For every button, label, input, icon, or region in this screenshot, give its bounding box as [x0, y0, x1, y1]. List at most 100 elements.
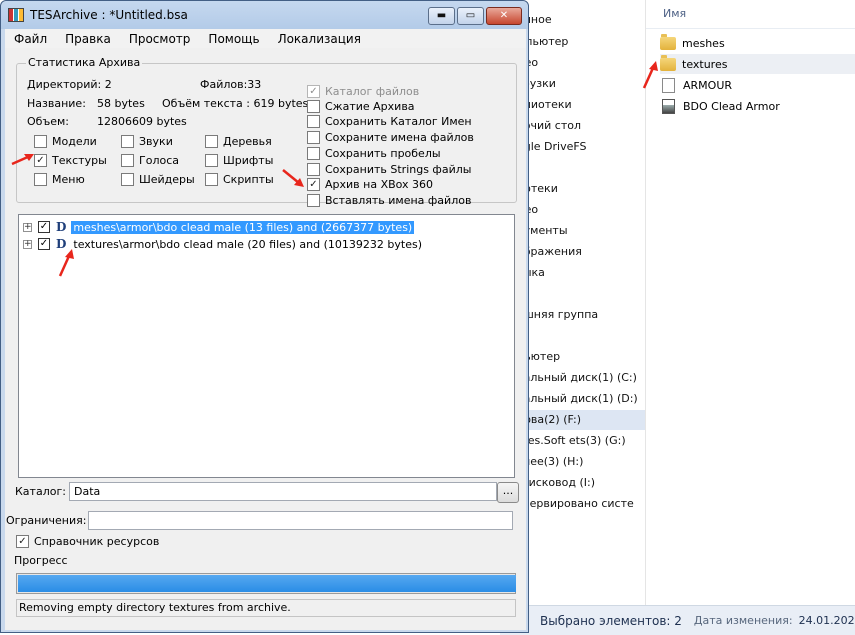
- folder-icon: [660, 54, 676, 71]
- menu-localization[interactable]: Локализация: [269, 32, 370, 46]
- text-size: Объём текста : 619 bytes: [162, 97, 309, 110]
- checkbox-models[interactable]: Модели: [34, 134, 97, 149]
- file-row-armour[interactable]: ARMOUR: [660, 75, 855, 95]
- checkbox-box: [307, 131, 320, 144]
- menu-bar: Файл Правка Просмотр Помощь Локализация: [5, 29, 526, 48]
- file-row-bdo-clead-armor[interactable]: BDO Clead Armor: [660, 96, 855, 116]
- checkbox-label: Шейдеры: [139, 173, 195, 186]
- checkbox-resource-reference[interactable]: ✓ Справочник ресурсов: [16, 534, 159, 549]
- modified-value: 24.01.2022 8:50: [798, 614, 855, 627]
- expand-icon[interactable]: +: [23, 222, 32, 232]
- tree-checkbox[interactable]: ✓: [38, 221, 50, 233]
- dialog-client-area: Статистика Архива Директорий: 2 Файлов:3…: [5, 48, 526, 630]
- checkbox-box: [121, 154, 134, 167]
- menu-edit[interactable]: Правка: [56, 32, 120, 46]
- checkbox-box: [121, 173, 134, 186]
- checkbox-label: Меню: [52, 173, 85, 186]
- tree-row-textures[interactable]: + ✓ D textures\armor\bdo clead male (20 …: [23, 236, 424, 252]
- menu-view[interactable]: Просмотр: [120, 32, 200, 46]
- archive-tree[interactable]: + ✓ D meshes\armor\bdo clead male (13 fi…: [18, 214, 515, 478]
- checkbox-box: [34, 135, 47, 148]
- size-value: 12806609 bytes: [97, 115, 187, 128]
- file-list-pane[interactable]: Имя meshes textures ARMOUR BDO Clead Arm…: [646, 0, 855, 605]
- checkbox-label: Сохранить пробелы: [325, 147, 441, 160]
- progress-fill: [18, 575, 516, 592]
- header-divider: [646, 28, 855, 29]
- app-icon[interactable]: [8, 8, 24, 22]
- tree-checkbox[interactable]: ✓: [38, 238, 50, 250]
- maximize-button[interactable]: ▭: [457, 7, 484, 25]
- name-label: Название:: [27, 97, 86, 110]
- checkbox-menus[interactable]: Меню: [34, 172, 85, 187]
- checkbox-box: [205, 135, 218, 148]
- menu-help[interactable]: Помощь: [199, 32, 268, 46]
- files-count: Файлов:33: [200, 78, 262, 91]
- checkbox-scripts[interactable]: Скрипты: [205, 172, 274, 187]
- catalog-input[interactable]: [69, 482, 497, 501]
- checkbox-label: Звуки: [139, 135, 173, 148]
- checkbox-save-file-names[interactable]: Сохраните имена файлов: [307, 130, 474, 145]
- group-title: Статистика Архива: [26, 56, 143, 69]
- checkbox-box: [307, 163, 320, 176]
- checkbox-box: ✓: [34, 154, 47, 167]
- file-name: textures: [682, 57, 728, 71]
- checkbox-voices[interactable]: Голоса: [121, 153, 179, 168]
- checkbox-label: Сохранить Strings файлы: [325, 163, 472, 176]
- tree-row-meshes[interactable]: + ✓ D meshes\armor\bdo clead male (13 fi…: [23, 219, 415, 235]
- checkbox-save-spaces[interactable]: Сохранить пробелы: [307, 146, 441, 161]
- checkbox-embed-names[interactable]: Вставлять имена файлов: [307, 193, 471, 208]
- file-name: BDO Clead Armor: [683, 99, 780, 113]
- explorer-status-bar: Выбрано элементов: 2 Дата изменения: 24.…: [500, 605, 855, 635]
- checkbox-label: Справочник ресурсов: [34, 535, 160, 548]
- selected-count: Выбрано элементов: 2: [540, 613, 682, 628]
- restrictions-input[interactable]: [88, 511, 513, 530]
- catalog-label: Каталог:: [15, 485, 66, 498]
- checkbox-label: Сохраните имена файлов: [325, 131, 474, 144]
- checkbox-box: [205, 173, 218, 186]
- title-bar[interactable]: TESArchive : *Untitled.bsa ▬ ▭ ✕: [1, 1, 528, 29]
- archive-stats-group: Статистика Архива Директорий: 2 Файлов:3…: [16, 56, 517, 207]
- size-label: Объем:: [27, 115, 69, 128]
- checkbox-compress-archive[interactable]: Сжатие Архива: [307, 99, 415, 114]
- checkbox-box: ✓: [16, 535, 29, 548]
- checkbox-save-name-catalog[interactable]: Сохранить Каталог Имен: [307, 114, 472, 129]
- checkbox-xbox360[interactable]: ✓ Архив на XBox 360: [307, 177, 433, 192]
- progress-label: Прогресс: [14, 554, 68, 567]
- file-name: meshes: [682, 36, 725, 50]
- tree-label[interactable]: textures\armor\bdo clead male (20 files)…: [71, 238, 424, 251]
- checkbox-label: Сохранить Каталог Имен: [325, 115, 472, 128]
- file-row-textures[interactable]: textures: [660, 54, 855, 74]
- dirs-count: Директорий: 2: [27, 78, 112, 91]
- checkbox-sounds[interactable]: Звуки: [121, 134, 173, 149]
- close-button[interactable]: ✕: [486, 7, 522, 25]
- checkbox-label: Голоса: [139, 154, 179, 167]
- name-column-header[interactable]: Имя: [663, 7, 686, 20]
- checkbox-label: Архив на XBox 360: [325, 178, 434, 191]
- checkbox-box: [307, 115, 320, 128]
- checkbox-shaders[interactable]: Шейдеры: [121, 172, 195, 187]
- tree-label[interactable]: meshes\armor\bdo clead male (13 files) a…: [71, 220, 415, 234]
- name-value: 58 bytes: [97, 97, 145, 110]
- checkbox-save-strings[interactable]: Сохранить Strings файлы: [307, 162, 471, 177]
- expand-icon[interactable]: +: [23, 239, 32, 249]
- checkbox-box: [34, 173, 47, 186]
- checkbox-file-catalog: ✓ Каталог файлов: [307, 84, 419, 99]
- checkbox-textures[interactable]: ✓ Текстуры: [34, 153, 107, 168]
- progress-bar: [16, 573, 516, 594]
- checkbox-box: [307, 147, 320, 160]
- checkbox-box: [307, 100, 320, 113]
- folder-icon: [660, 33, 676, 50]
- window-title: TESArchive : *Untitled.bsa: [30, 8, 188, 22]
- directory-icon: D: [56, 220, 67, 234]
- menu-file[interactable]: Файл: [5, 32, 56, 46]
- checkbox-label: Текстуры: [52, 154, 107, 167]
- file-row-meshes[interactable]: meshes: [660, 33, 855, 53]
- checkbox-trees[interactable]: Деревья: [205, 134, 272, 149]
- tesarchive-window: TESArchive : *Untitled.bsa ▬ ▭ ✕ Файл Пр…: [0, 0, 529, 633]
- checkbox-fonts[interactable]: Шрифты: [205, 153, 273, 168]
- document-icon: [662, 77, 675, 93]
- checkbox-box: [121, 135, 134, 148]
- minimize-button[interactable]: ▬: [428, 7, 455, 25]
- browse-button[interactable]: ...: [497, 482, 519, 503]
- checkbox-box: [307, 194, 320, 207]
